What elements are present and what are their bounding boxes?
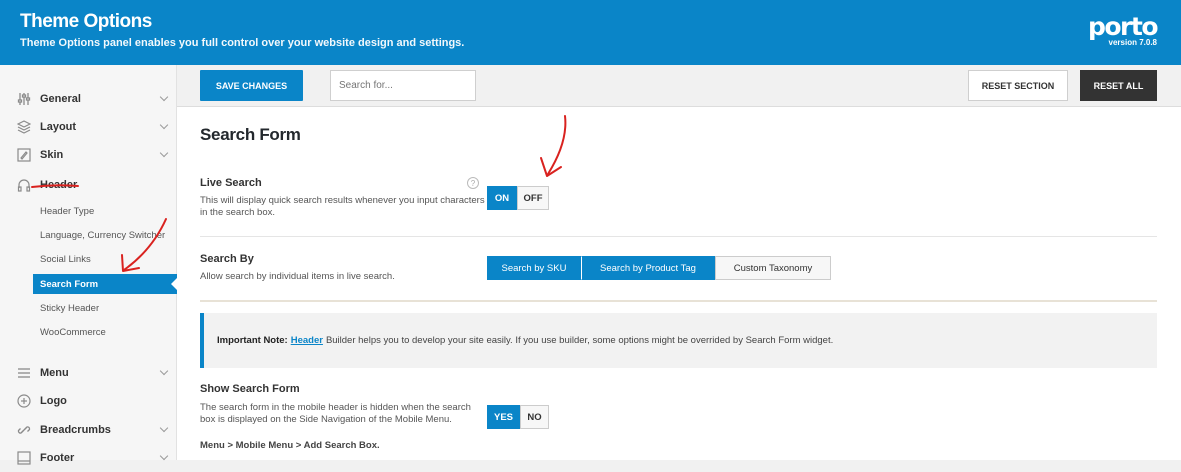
show-search-form-description: The search form in the mobile header is … [200,402,471,425]
search-input[interactable] [330,70,476,101]
porto-logo: porto [1087,12,1159,41]
divider [200,300,1157,302]
subitem-search-form[interactable]: Search Form [33,274,177,294]
annotation-arrow [121,218,167,272]
subitem-woocommerce[interactable]: WooCommerce [33,322,177,342]
divider [200,236,1157,237]
reset-all-button[interactable]: RESET ALL [1080,70,1157,101]
sidebar-item-label: Skin [40,149,64,161]
show-search-form-path: Menu > Mobile Menu > Add Search Box. [200,440,380,451]
footer-icon [16,450,32,466]
search-by-sku-button[interactable]: Search by SKU [487,256,581,280]
help-icon[interactable]: ? [467,177,479,189]
chevron-down-icon [159,366,169,376]
plus-circle-icon [16,393,32,409]
live-search-title: Live Search [200,177,262,189]
sidebar-item-layout[interactable]: Layout [0,113,177,141]
sidebar-item-label: Footer [40,452,75,464]
show-search-form-toggle: YES NO [487,405,549,429]
live-search-on-button[interactable]: ON [487,186,517,210]
menu-icon [16,365,32,381]
paint-icon [16,147,32,163]
show-search-form-yes-button[interactable]: YES [487,405,520,429]
sidebar-item-skin[interactable]: Skin [0,141,177,169]
page-subtitle: Theme Options panel enables you full con… [20,37,465,49]
search-by-product-tag-button[interactable]: Search by Product Tag [581,256,715,280]
page-title: Theme Options [20,11,152,32]
main-content: Search Form Live Search This will displa… [177,107,1181,460]
layers-icon [16,119,32,135]
link-icon [16,422,32,438]
sidebar-item-label: Logo [40,395,67,407]
search-by-options: Search by SKU Search by Product Tag Cust… [487,256,831,280]
sidebar-item-footer[interactable]: Footer [0,444,177,472]
chevron-down-icon [159,120,169,130]
sidebar-item-header[interactable]: Header [0,171,177,199]
sidebar-item-menu[interactable]: Menu [0,359,177,387]
reset-section-button[interactable]: RESET SECTION [968,70,1068,101]
search-by-description: Allow search by individual items in live… [200,271,395,282]
sidebar-item-general[interactable]: General [0,85,177,113]
sliders-icon [16,91,32,107]
chevron-down-icon [159,423,169,433]
live-search-description: This will display quick search results w… [200,195,485,218]
custom-taxonomy-button[interactable]: Custom Taxonomy [715,256,831,280]
sidebar-item-breadcrumbs[interactable]: Breadcrumbs [0,416,177,444]
version-label: version 7.0.8 [1108,38,1157,47]
annotation-arrow [540,115,567,177]
section-title: Search Form [200,125,301,144]
show-search-form-no-button[interactable]: NO [520,405,549,429]
chevron-down-icon [159,148,169,158]
sidebar-item-label: General [40,93,81,105]
chevron-down-icon [159,451,169,461]
subitem-sticky-header[interactable]: Sticky Header [33,298,177,318]
search-by-title: Search By [200,253,254,265]
show-search-form-title: Show Search Form [200,383,300,395]
important-note: Important Note: Header Builder helps you… [200,313,1157,368]
sidebar-item-label: Breadcrumbs [40,424,111,436]
header-link[interactable]: Header [291,335,323,346]
chevron-down-icon [159,92,169,102]
app-header: Theme Options Theme Options panel enable… [0,0,1181,65]
toolbar: SAVE CHANGES RESET SECTION RESET ALL [177,65,1181,107]
note-text: Builder helps you to develop your site e… [325,335,834,346]
note-prefix: Important Note: [217,335,288,346]
sidebar-item-label: Menu [40,367,69,379]
live-search-toggle: ON OFF [487,186,549,210]
sidebar-item-logo[interactable]: Logo [0,387,177,415]
sidebar: General Layout Skin Header Header Type L… [0,65,177,465]
live-search-off-button[interactable]: OFF [517,186,549,210]
save-changes-button[interactable]: SAVE CHANGES [200,70,303,101]
sidebar-item-label: Layout [40,121,77,133]
annotation-underline [31,184,79,188]
